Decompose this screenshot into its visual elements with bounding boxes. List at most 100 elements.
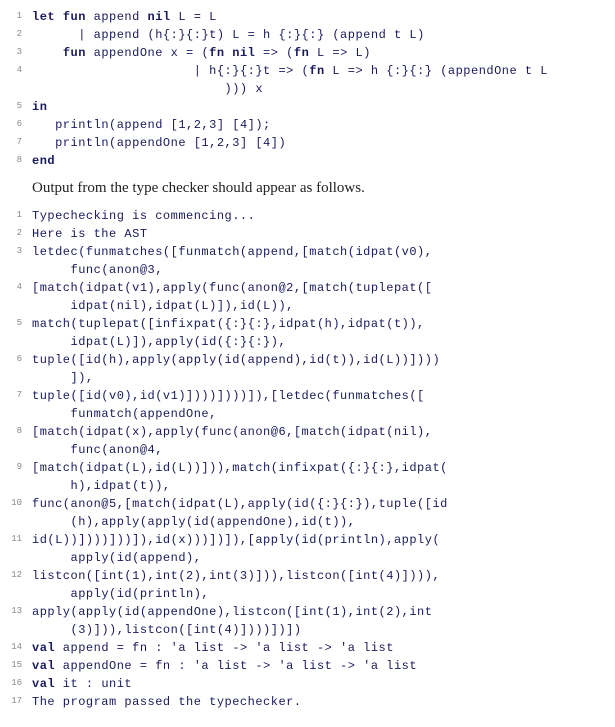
code-line: 5 match(tuplepat([infixpat({:}{:},idpat(h… [4, 315, 611, 333]
line-number: 8 [4, 423, 22, 439]
code-line-continuation: ]), [4, 369, 611, 387]
code-block-1: 1 let fun append nil L = L2 | append (h{:… [4, 8, 611, 170]
code-content: end [32, 152, 611, 170]
line-number: 17 [4, 693, 22, 709]
line-number: 5 [4, 98, 22, 114]
line-number: 4 [4, 62, 22, 78]
code-content: in [32, 98, 611, 116]
code-line: 14 val append = fn : 'a list -> 'a list -… [4, 639, 611, 657]
code-content: id(L))])))]))]),id(x)))])]),[apply(id(pr… [32, 531, 611, 549]
code-content: [match(idpat(L),id(L))])),match(infixpat… [32, 459, 611, 477]
line-number: 13 [4, 603, 22, 619]
code-line: 2 | append (h{:}{:}t) L = h {:}{:} (appe… [4, 26, 611, 44]
code-line: 7tuple([id(v0),id(v1)])))])))]),[letdec(… [4, 387, 611, 405]
code-content: func(anon@5,[match(idpat(L),apply(id({:}… [32, 495, 611, 513]
line-number [4, 333, 22, 335]
prose-text: Output from the type checker should appe… [32, 180, 611, 197]
code-content: idpat(L)]),apply(id({:}{:}), [32, 333, 611, 351]
code-line-continuation: h),idpat(t)), [4, 477, 611, 495]
code-line-continuation: (h),apply(apply(id(appendOne),id(t)), [4, 513, 611, 531]
code-line-continuation: idpat(L)]),apply(id({:}{:}), [4, 333, 611, 351]
code-content: Typechecking is commencing... [32, 207, 611, 225]
code-line-continuation: func(anon@4, [4, 441, 611, 459]
code-content: funmatch(appendOne, [32, 405, 611, 423]
code-line: 7 println(appendOne [1,2,3] [4]) [4, 134, 611, 152]
code-content: val append = fn : 'a list -> 'a list -> … [32, 639, 611, 657]
code-line: 12listcon([int(1),int(2),int(3)])),listc… [4, 567, 611, 585]
code-content: fun appendOne x = (fn nil => (fn L => L) [32, 44, 611, 62]
line-number: 6 [4, 351, 22, 367]
code-line: 5 in [4, 98, 611, 116]
line-number [4, 261, 22, 263]
code-content: ]), [32, 369, 611, 387]
code-content: (3)])),listcon([int(4)])))])]) [32, 621, 611, 639]
line-number: 3 [4, 243, 22, 259]
code-line: 15 val appendOne = fn : 'a list -> 'a lis… [4, 657, 611, 675]
code-line-continuation: funmatch(appendOne, [4, 405, 611, 423]
code-line: 8 end [4, 152, 611, 170]
code-line: 4 | h{:}{:}t => (fn L => h {:}{:} (appen… [4, 62, 611, 80]
code-content: tuple([id(v0),id(v1)])))])))]),[letdec(f… [32, 387, 611, 405]
line-number [4, 477, 22, 479]
code-line: 9[match(idpat(L),id(L))])),match(infixpa… [4, 459, 611, 477]
code-line: ))) x [4, 80, 611, 98]
line-number: 15 [4, 657, 22, 673]
code-content: tuple([id(h),apply(apply(id(append),id(t… [32, 351, 611, 369]
code-line: 10 func(anon@5,[match(idpat(L),apply(id({… [4, 495, 611, 513]
code-content: func(anon@4, [32, 441, 611, 459]
line-number: 1 [4, 8, 22, 24]
line-number: 4 [4, 279, 22, 295]
code-content: | h{:}{:}t => (fn L => h {:}{:} (appendO… [32, 62, 611, 80]
code-content: println(appendOne [1,2,3] [4]) [32, 134, 611, 152]
code-content: match(tuplepat([infixpat({:}{:},idpat(h)… [32, 315, 611, 333]
code-content: let fun append nil L = L [32, 8, 611, 26]
line-number [4, 297, 22, 299]
code-line: 3 fun appendOne x = (fn nil => (fn L => … [4, 44, 611, 62]
code-line: 11 id(L))])))]))]),id(x)))])]),[apply(id(… [4, 531, 611, 549]
code-content: val appendOne = fn : 'a list -> 'a list … [32, 657, 611, 675]
code-content: ))) x [32, 80, 611, 98]
code-content: idpat(nil),idpat(L)]),id(L)), [32, 297, 611, 315]
line-number: 14 [4, 639, 22, 655]
code-line: 16val it : unit [4, 675, 611, 693]
code-content: func(anon@3, [32, 261, 611, 279]
line-number [4, 405, 22, 407]
line-number: 12 [4, 567, 22, 583]
code-content: apply(id(println), [32, 585, 611, 603]
code-content: [match(idpat(v1),apply(func(anon@2,[matc… [32, 279, 611, 297]
line-number [4, 621, 22, 623]
line-number: 3 [4, 44, 22, 60]
code-content: The program passed the typechecker. [32, 693, 611, 711]
line-number [4, 369, 22, 371]
code-content: val it : unit [32, 675, 611, 693]
code-line: 6 println(append [1,2,3] [4]); [4, 116, 611, 134]
code-content: apply(apply(id(appendOne),listcon([int(1… [32, 603, 611, 621]
line-number: 5 [4, 315, 22, 331]
line-number: 10 [4, 495, 22, 511]
line-number [4, 80, 22, 82]
code-content: h),idpat(t)), [32, 477, 611, 495]
code-content: println(append [1,2,3] [4]); [32, 116, 611, 134]
line-number: 2 [4, 225, 22, 241]
line-number: 11 [4, 531, 22, 547]
line-number [4, 585, 22, 587]
code-line: 6 tuple([id(h),apply(apply(id(append),id(… [4, 351, 611, 369]
code-content: letdec(funmatches([funmatch(append,[matc… [32, 243, 611, 261]
code-line: 1Typechecking is commencing... [4, 207, 611, 225]
line-number [4, 441, 22, 443]
code-content: (h),apply(apply(id(appendOne),id(t)), [32, 513, 611, 531]
line-number [4, 513, 22, 515]
code-content: apply(id(append), [32, 549, 611, 567]
line-number: 6 [4, 116, 22, 132]
code-line: 17 The program passed the typechecker. [4, 693, 611, 711]
code-line: 2Here is the AST [4, 225, 611, 243]
code-line: 4 [match(idpat(v1),apply(func(anon@2,[mat… [4, 279, 611, 297]
line-number: 8 [4, 152, 22, 168]
code-line-continuation: apply(id(append), [4, 549, 611, 567]
code-line: 1 let fun append nil L = L [4, 8, 611, 26]
code-line-continuation: idpat(nil),idpat(L)]),id(L)), [4, 297, 611, 315]
code-line: 13 apply(apply(id(appendOne),listcon([int… [4, 603, 611, 621]
line-number [4, 549, 22, 551]
code-line: 8[match(idpat(x),apply(func(anon@6,[matc… [4, 423, 611, 441]
line-number: 2 [4, 26, 22, 42]
